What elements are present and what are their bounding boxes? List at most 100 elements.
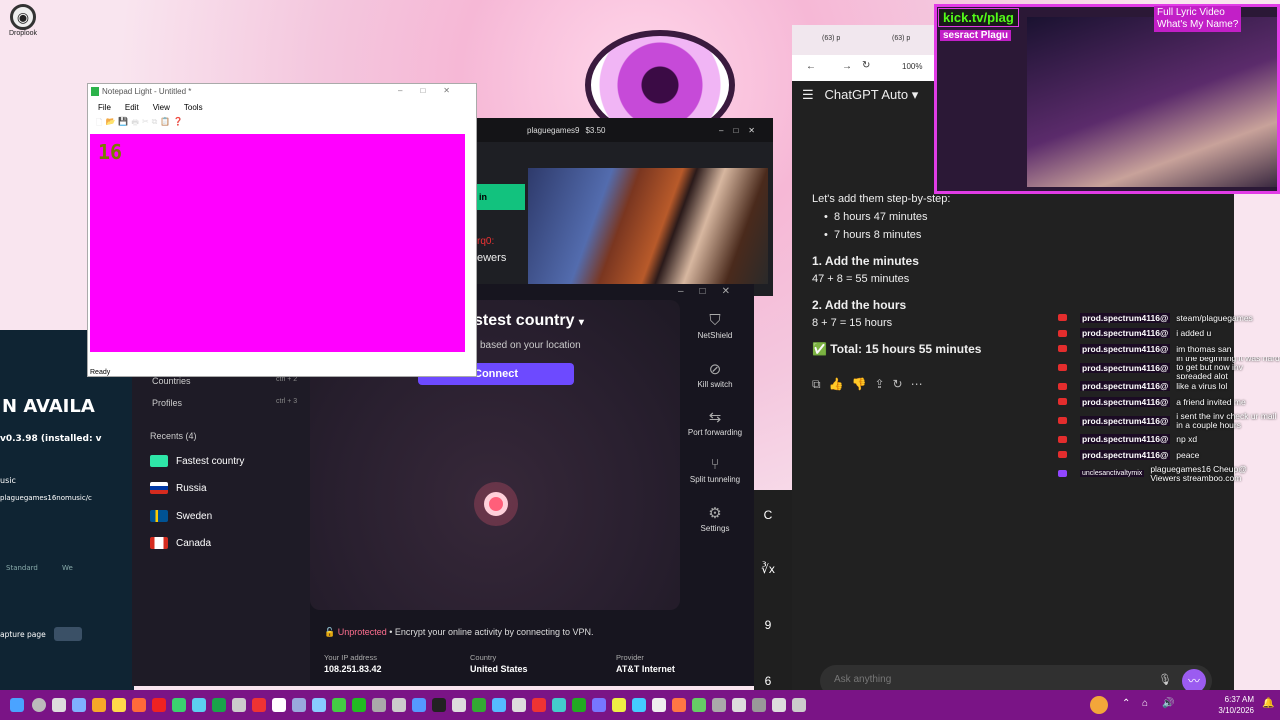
taskbar-app-icon[interactable] <box>72 698 86 712</box>
open-file-icon[interactable]: 📂 <box>105 117 115 131</box>
menu-tools[interactable]: Tools <box>184 103 203 115</box>
vpn-window-controls-icon[interactable]: –□✕ <box>678 286 746 297</box>
file-explorer-icon[interactable] <box>112 698 126 712</box>
tab-standard[interactable]: Standard <box>6 564 38 572</box>
taskbar-app-icon[interactable] <box>712 698 726 712</box>
capture-toggle[interactable] <box>54 627 82 641</box>
taskbar-app-icon[interactable] <box>552 698 566 712</box>
window-controls-icon[interactable]: –□✕ <box>719 126 765 135</box>
taskbar-app-icon[interactable] <box>792 698 806 712</box>
task-view-icon[interactable] <box>52 698 66 712</box>
taskbar-app-icon[interactable] <box>612 698 626 712</box>
taskbar-app-icon[interactable] <box>692 698 706 712</box>
forward-icon[interactable]: → <box>842 61 852 72</box>
recent-sweden[interactable]: Sweden <box>150 510 290 522</box>
volume-icon[interactable]: 🔊 <box>1162 698 1176 712</box>
taskbar-app-icon[interactable] <box>572 698 586 712</box>
taskbar-app-icon[interactable] <box>672 698 686 712</box>
save-icon[interactable]: 💾 <box>118 117 128 131</box>
taskbar-app-icon[interactable] <box>412 698 426 712</box>
desktop-shortcut[interactable]: ◉ Droplook <box>6 4 40 37</box>
taskbar-app-icon[interactable] <box>592 698 606 712</box>
taskbar-app-icon[interactable] <box>212 698 226 712</box>
paste-icon[interactable]: 📋 <box>160 117 170 131</box>
copy-icon[interactable]: ⧉ <box>152 117 158 131</box>
help-icon[interactable]: ❓ <box>173 117 183 131</box>
search-icon[interactable] <box>32 698 46 712</box>
chatgpt-model-selector[interactable]: ☰ ChatGPT Auto ▾ <box>802 87 918 103</box>
more-icon[interactable]: ⋯ <box>911 377 923 392</box>
taskbar-app-icon[interactable] <box>492 698 506 712</box>
taskbar-app-icon[interactable] <box>752 698 766 712</box>
notification-icon[interactable]: 🔔 <box>1262 698 1276 712</box>
left-green-button[interactable]: in <box>477 184 525 210</box>
settings-button[interactable]: ⚙ Settings <box>680 500 750 548</box>
netshield-button[interactable]: ⛉ NetShield <box>680 308 750 356</box>
taskbar-app-icon[interactable] <box>92 698 106 712</box>
taskbar-app-icon[interactable] <box>152 698 166 712</box>
channel-name[interactable]: plaguegames9 <box>527 126 579 135</box>
regenerate-icon[interactable]: ↻ <box>893 377 903 392</box>
thumbs-down-icon[interactable]: 👎 <box>852 377 867 392</box>
menu-view[interactable]: View <box>153 103 170 115</box>
capture-page-button[interactable]: apture page <box>0 630 46 639</box>
split-tunneling-button[interactable]: ⑂ Split tunneling <box>680 452 750 500</box>
taskbar-app-icon[interactable] <box>232 698 246 712</box>
nav-profiles[interactable]: Profiles <box>152 398 182 408</box>
reload-icon[interactable]: ↻ <box>862 60 870 71</box>
share-icon[interactable]: ⇪ <box>874 377 884 392</box>
taskbar-app-icon[interactable] <box>292 698 306 712</box>
vpn-country-title[interactable]: stest country ▾ <box>474 312 584 330</box>
back-icon[interactable]: ← <box>806 61 816 72</box>
recent-russia[interactable]: Russia <box>150 482 290 494</box>
taskbar-app-icon[interactable] <box>532 698 546 712</box>
kill-switch-button[interactable]: ⊘ Kill switch <box>680 356 750 404</box>
taskbar-app-icon[interactable] <box>452 698 466 712</box>
calc-key-clear[interactable]: C <box>754 508 782 522</box>
taskbar-app-icon[interactable] <box>272 698 286 712</box>
menu-file[interactable]: File <box>98 103 111 115</box>
notepad-text-area[interactable]: 16 <box>90 134 465 352</box>
taskbar-app-icon[interactable] <box>392 698 406 712</box>
recent-canada[interactable]: Canada <box>150 537 290 549</box>
taskbar-app-icon[interactable] <box>512 698 526 712</box>
weather-icon[interactable] <box>1090 696 1108 714</box>
taskbar-app-icon[interactable] <box>472 698 486 712</box>
taskbar-app-icon[interactable] <box>132 698 146 712</box>
taskbar-clock[interactable]: 6:37 AM 3/10/2026 <box>1218 694 1254 716</box>
taskbar-app-icon[interactable] <box>332 698 346 712</box>
nav-countries[interactable]: Countries <box>152 376 191 386</box>
taskbar-app-icon[interactable] <box>172 698 186 712</box>
tray-chevron-icon[interactable]: ⌃ <box>1122 698 1136 712</box>
tab-other[interactable]: We <box>62 564 73 572</box>
microphone-icon[interactable]: 🎙 <box>1158 673 1172 686</box>
calc-key-9[interactable]: 9 <box>754 618 782 632</box>
browser-tab-2[interactable]: (63) p <box>892 35 910 42</box>
taskbar-app-icon[interactable] <box>652 698 666 712</box>
taskbar-app-icon[interactable] <box>372 698 386 712</box>
calc-key-6[interactable]: 6 <box>754 674 782 688</box>
taskbar-app-icon[interactable] <box>772 698 786 712</box>
print-icon[interactable]: 🖶 <box>131 117 139 131</box>
location-pin-icon[interactable] <box>484 492 508 516</box>
taskbar-app-icon[interactable] <box>192 698 206 712</box>
cut-icon[interactable]: ✂ <box>142 117 149 131</box>
start-icon[interactable] <box>10 698 24 712</box>
notepad-window-controls-icon[interactable]: –□✕ <box>398 86 468 95</box>
zoom-level[interactable]: 100% <box>902 62 922 71</box>
taskbar-app-icon[interactable] <box>632 698 646 712</box>
taskbar-app-icon[interactable] <box>312 698 326 712</box>
recent-fastest[interactable]: Fastest country <box>150 455 290 467</box>
calc-key-root[interactable]: ∛x <box>754 562 782 576</box>
thumbs-up-icon[interactable]: 👍 <box>829 377 844 392</box>
browser-tab-1[interactable]: (63) p <box>822 35 840 42</box>
taskbar-app-icon[interactable] <box>732 698 746 712</box>
port-forwarding-button[interactable]: ⇆ Port forwarding <box>680 404 750 452</box>
copy-icon[interactable]: ⧉ <box>812 377 821 392</box>
taskbar-app-icon[interactable] <box>352 698 366 712</box>
network-icon[interactable]: ⌂ <box>1142 698 1156 712</box>
new-file-icon[interactable]: 🗋 <box>96 117 102 131</box>
taskbar-app-icon[interactable] <box>252 698 266 712</box>
taskbar-app-icon[interactable] <box>432 698 446 712</box>
menu-edit[interactable]: Edit <box>125 103 139 115</box>
